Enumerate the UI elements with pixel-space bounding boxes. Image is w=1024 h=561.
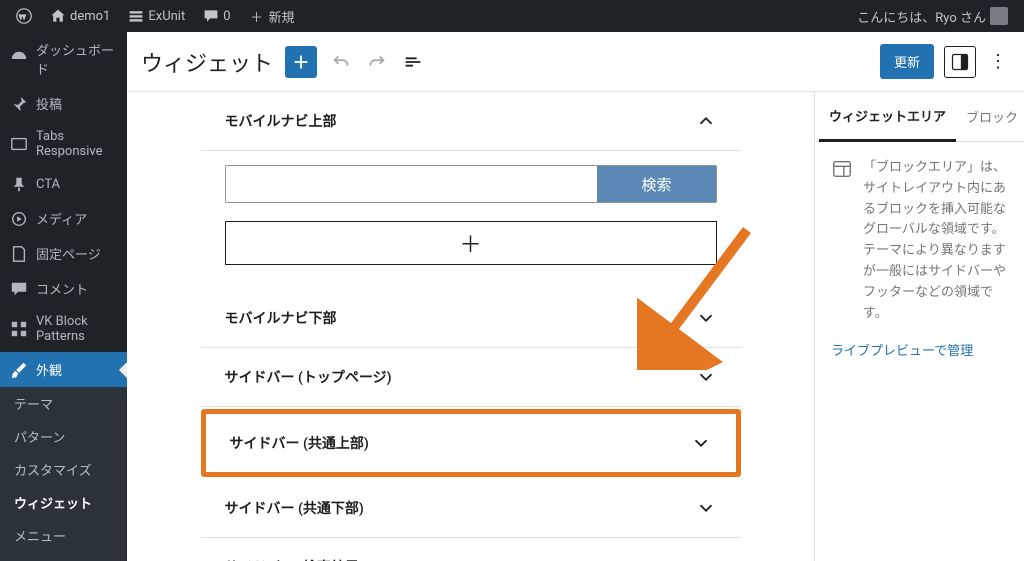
submenu-customize[interactable]: カスタマイズ: [0, 453, 127, 486]
chevron-down-icon: [695, 497, 717, 519]
area-sidebar-common-bottom[interactable]: サイドバー (共通下部): [201, 479, 741, 538]
tab-widget-areas[interactable]: ウィジェットエリア: [819, 92, 956, 142]
settings-panel-button[interactable]: [944, 46, 976, 78]
dashboard-icon: [10, 50, 28, 68]
editor-header: ウィジェット 更新 ⋮: [127, 32, 1024, 92]
user-greeting[interactable]: こんにちは、Ryo さん: [849, 0, 1016, 32]
area-sidebar-common-top[interactable]: サイドバー (共通上部): [206, 414, 736, 472]
menu-vk-patterns[interactable]: VK Block Patterns: [0, 306, 127, 352]
live-preview-link[interactable]: ライブプレビューで管理: [831, 342, 1008, 363]
menu-posts[interactable]: 投稿: [0, 86, 127, 121]
submenu-patterns[interactable]: パターン: [0, 420, 127, 453]
area-mobile-nav-bottom[interactable]: モバイルナビ下部: [201, 289, 741, 348]
push-icon: [10, 175, 28, 193]
pin-icon: [10, 95, 28, 113]
menu-tabs-responsive[interactable]: Tabs Responsive: [0, 121, 127, 167]
chevron-down-icon: [695, 307, 717, 329]
menu-cta[interactable]: CTA: [0, 167, 127, 201]
wp-logo[interactable]: [8, 0, 40, 32]
outline-button[interactable]: [401, 50, 425, 74]
page-icon: [10, 245, 28, 263]
comment-icon: [203, 8, 219, 24]
menu-media[interactable]: メディア: [0, 201, 127, 236]
home-icon: [50, 8, 66, 24]
admin-sidebar: ダッシュボード 投稿 Tabs Responsive CTA メディア 固定ペー…: [0, 32, 127, 561]
new-link[interactable]: ＋新規: [241, 0, 303, 32]
area-mobile-nav-top[interactable]: モバイルナビ上部: [201, 92, 741, 151]
brush-icon: [10, 361, 28, 379]
search-button[interactable]: 検索: [597, 166, 715, 202]
panel-tabs: ウィジェットエリア ブロック ✕: [815, 92, 1024, 142]
plus-icon: ＋: [249, 8, 265, 24]
update-button[interactable]: 更新: [880, 44, 934, 79]
comment-icon: [10, 280, 28, 298]
tabs-icon: [10, 135, 28, 153]
appearance-submenu: テーマ パターン カスタマイズ ウィジェット メニュー 背景 テーマファイルエデ…: [0, 387, 127, 561]
search-widget: 検索: [225, 165, 717, 203]
options-button[interactable]: ⋮: [986, 51, 1010, 72]
redo-button[interactable]: [365, 50, 389, 74]
wordpress-icon: [16, 8, 32, 24]
area-sidebar-search[interactable]: サイドバー (検索結果): [201, 538, 741, 561]
avatar: [990, 7, 1008, 25]
chevron-down-icon: [695, 366, 717, 388]
panel-description: 「ブロックエリア」は、サイトレイアウト内にあるブロックを挿入可能なグローバルな領…: [831, 158, 1008, 324]
chevron-up-icon: [695, 110, 717, 132]
admin-bar: demo1 ExUnit 0 ＋新規 こんにちは、Ryo さん: [0, 0, 1024, 32]
menu-appearance[interactable]: 外観: [0, 352, 127, 387]
grid-icon: [10, 320, 28, 338]
submenu-themes[interactable]: テーマ: [0, 387, 127, 420]
layout-icon: [831, 158, 853, 180]
menu-pages[interactable]: 固定ページ: [0, 236, 127, 271]
page-title: ウィジェット: [141, 46, 273, 78]
undo-button[interactable]: [329, 50, 353, 74]
chevron-down-icon: [695, 556, 717, 561]
highlight-annotation: サイドバー (共通上部): [201, 409, 741, 477]
widget-canvas: モバイルナビ上部 検索 ＋ モバイルナビ下部: [127, 92, 814, 561]
menu-comments[interactable]: コメント: [0, 271, 127, 306]
comments-link[interactable]: 0: [195, 0, 238, 32]
area-mobile-nav-top-body: 検索 ＋: [201, 151, 741, 289]
search-input[interactable]: [226, 166, 598, 202]
insert-block-button[interactable]: [285, 46, 317, 78]
site-name: demo1: [70, 9, 110, 24]
submenu-background[interactable]: 背景: [0, 552, 127, 561]
chevron-down-icon: [690, 432, 712, 454]
site-link[interactable]: demo1: [42, 0, 118, 32]
add-block-button[interactable]: ＋: [225, 221, 717, 265]
tab-block[interactable]: ブロック: [956, 93, 1024, 140]
exunit-icon: [128, 8, 144, 24]
submenu-widgets[interactable]: ウィジェット: [0, 486, 127, 519]
settings-panel: ウィジェットエリア ブロック ✕ 「ブロックエリア」は、サイトレイアウト内にある…: [814, 92, 1024, 561]
submenu-menus[interactable]: メニュー: [0, 519, 127, 552]
media-icon: [10, 210, 28, 228]
exunit-link[interactable]: ExUnit: [120, 0, 193, 32]
menu-dashboard[interactable]: ダッシュボード: [0, 32, 127, 86]
area-sidebar-toppage[interactable]: サイドバー (トップページ): [201, 348, 741, 407]
